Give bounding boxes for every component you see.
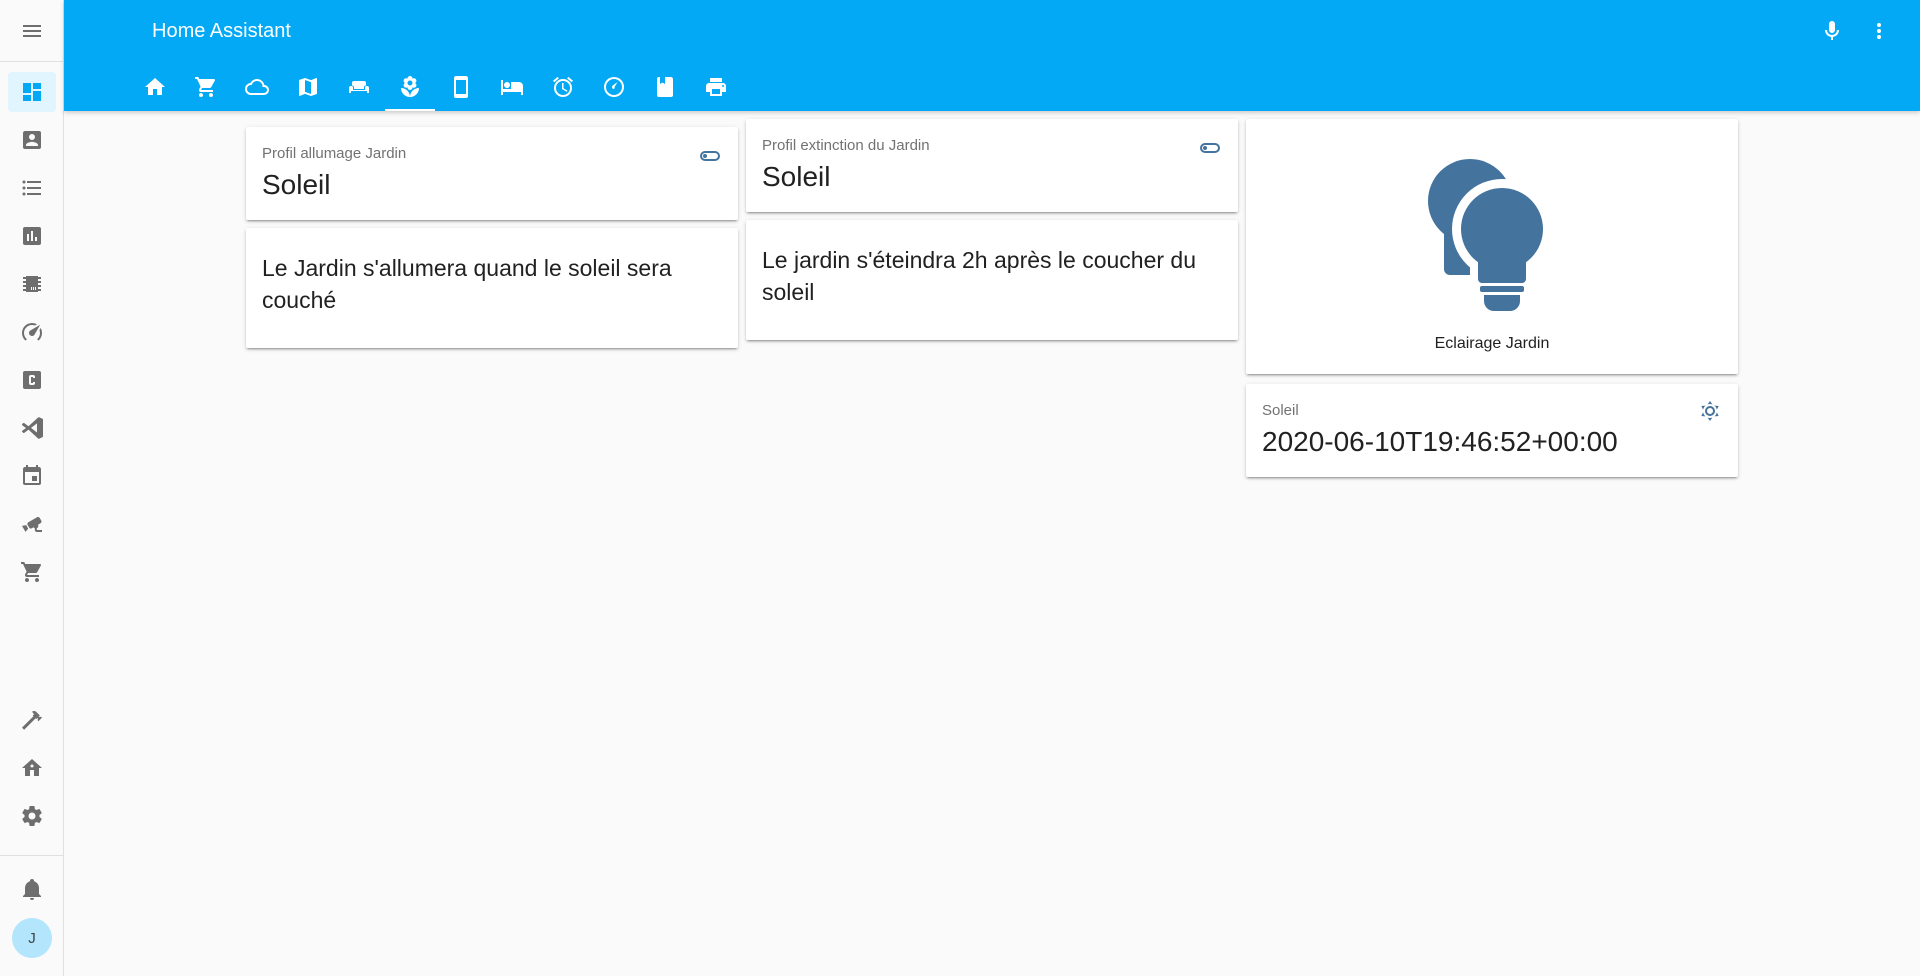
sidebar-item-calendar[interactable]: [8, 456, 56, 496]
sidebar-item-supervisor[interactable]: [8, 748, 56, 788]
vscode-icon: [21, 417, 43, 439]
tab-weather[interactable]: [232, 62, 282, 111]
sidebar-item-configuration[interactable]: [8, 796, 56, 836]
sun-icon: [1698, 399, 1722, 423]
sidebar-item-contacts[interactable]: [8, 120, 56, 160]
tab-alarm[interactable]: [538, 62, 588, 111]
dots-vertical-icon: [1877, 23, 1881, 39]
tab-living-room[interactable]: [334, 62, 384, 111]
sidebar-item-cameras[interactable]: [8, 504, 56, 544]
entity-state: Soleil: [262, 169, 331, 200]
sidebar-item-shopping-list[interactable]: [8, 552, 56, 592]
speedometer-icon: [22, 323, 42, 341]
entity-card-profil-allumage[interactable]: Profil allumage Jardin Soleil: [246, 127, 738, 220]
gauge-icon: [604, 76, 624, 97]
microphone-icon: [1825, 21, 1839, 40]
cctv-icon: [22, 516, 42, 532]
menu-icon: [23, 24, 41, 37]
sidebar-item-glances[interactable]: [8, 312, 56, 352]
page-title: Home Assistant: [152, 20, 291, 42]
home-icon: [145, 77, 165, 95]
map-icon: [299, 77, 317, 96]
sidebar-divider: [0, 855, 64, 856]
cog-icon: [22, 806, 42, 826]
markdown-text: Le jardin s'éteindra 2h après le coucher…: [762, 247, 1197, 305]
entity-state: 2020-06-10T19:46:52+00:00: [1262, 426, 1618, 457]
c-box-icon: [23, 371, 41, 389]
sidebar-item-developer-tools[interactable]: [8, 700, 56, 740]
cloud-icon: [245, 78, 269, 95]
tab-home[interactable]: [130, 62, 180, 111]
entity-name: Profil allumage Jardin: [262, 145, 407, 162]
entity-card-soleil[interactable]: Soleil 2020-06-10T19:46:52+00:00: [1246, 384, 1738, 477]
hammer-icon: [22, 710, 42, 730]
overflow-menu-button[interactable]: [1867, 19, 1891, 43]
tab-book[interactable]: [640, 62, 690, 111]
sidebar-item-logbook[interactable]: [8, 168, 56, 208]
picture-entity-card-eclairage[interactable]: Eclairage Jardin: [1246, 119, 1738, 374]
tab-shopping[interactable]: [181, 62, 231, 111]
flower-icon: [401, 75, 419, 97]
tab-bedroom[interactable]: [487, 62, 537, 111]
sidebar-item-history[interactable]: [8, 216, 56, 256]
sidebar: J: [0, 0, 64, 976]
toggle-icon: [698, 144, 722, 168]
tab-garden[interactable]: [385, 62, 435, 111]
dashboard-icon: [23, 83, 41, 101]
chart-icon: [23, 227, 41, 245]
sidebar-item-overview[interactable]: [8, 72, 56, 112]
toggle-icon: [1198, 136, 1222, 160]
chip-icon: [23, 276, 41, 292]
entity-state: Soleil: [762, 161, 831, 192]
entity-name: Eclairage Jardin: [1434, 335, 1550, 352]
markdown-text: Le Jardin s'allumera quand le soleil ser…: [262, 255, 672, 313]
sofa-icon: [349, 80, 369, 93]
account-box-icon: [23, 131, 41, 149]
home-network-icon: [22, 759, 42, 776]
sidebar-item-notifications[interactable]: [8, 869, 56, 909]
book-icon: [657, 76, 673, 97]
bell-icon: [23, 879, 41, 900]
sidebar-item-esphome[interactable]: [8, 264, 56, 304]
cart-icon: [195, 76, 215, 97]
markdown-card-allumage: Le Jardin s'allumera quand le soleil ser…: [246, 228, 738, 348]
format-list-icon: [22, 180, 41, 196]
cellphone-icon: [454, 75, 468, 98]
entity-name: Soleil: [1262, 402, 1299, 419]
cart-icon: [21, 562, 41, 582]
entity-card-profil-extinction[interactable]: Profil extinction du Jardin Soleil: [746, 119, 1238, 212]
alarm-icon: [553, 76, 573, 97]
calendar-icon: [23, 465, 41, 485]
app-header: Home Assistant: [64, 0, 1920, 111]
sidebar-item-vscode[interactable]: [8, 408, 56, 448]
markdown-card-extinction: Le jardin s'éteindra 2h après le coucher…: [746, 220, 1238, 340]
voice-button[interactable]: [1820, 19, 1844, 43]
tab-printer[interactable]: [691, 62, 741, 111]
bed-icon: [501, 79, 523, 95]
printer-icon: [706, 77, 726, 96]
avatar[interactable]: J: [12, 918, 52, 958]
tab-phone[interactable]: [436, 62, 486, 111]
entity-name: Profil extinction du Jardin: [762, 137, 930, 154]
tab-map[interactable]: [283, 62, 333, 111]
sidebar-item-c[interactable]: [8, 360, 56, 400]
lightbulb-multiple-icon: [1428, 159, 1552, 311]
tab-gauge[interactable]: [589, 62, 639, 111]
menu-button[interactable]: [0, 0, 64, 62]
